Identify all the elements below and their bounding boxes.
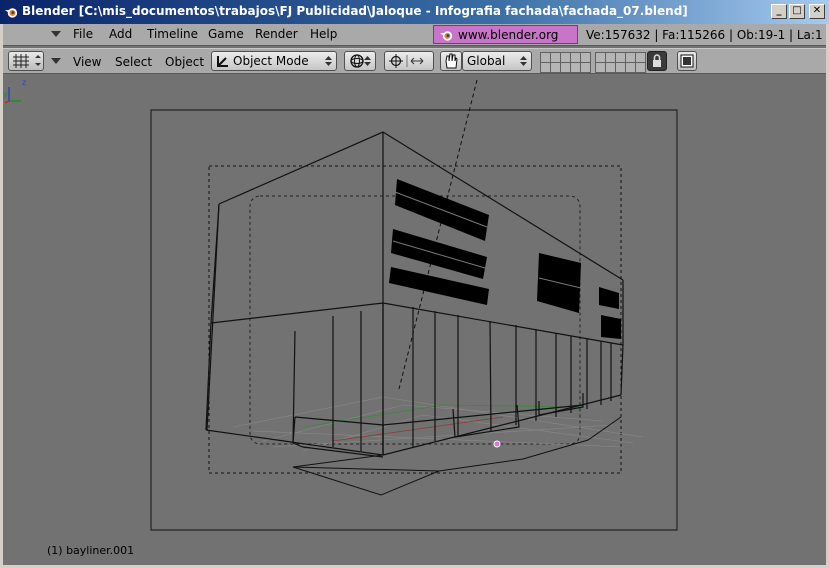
draw-type-selector[interactable] xyxy=(344,51,376,71)
layer-button[interactable] xyxy=(606,63,615,72)
blender-version-badge[interactable]: www.blender.org 243 xyxy=(433,25,578,61)
layer-button[interactable] xyxy=(596,63,605,72)
layer-button[interactable] xyxy=(571,63,580,72)
layer-button[interactable] xyxy=(571,53,580,62)
maximize-button[interactable]: □ xyxy=(789,4,805,19)
layer-button[interactable] xyxy=(551,63,560,72)
layer-button[interactable] xyxy=(561,53,570,62)
3d-viewport[interactable]: z y (1) bayliner.001 xyxy=(3,75,826,565)
menu-help[interactable]: Help xyxy=(310,27,337,41)
pivot-selector[interactable] xyxy=(384,51,434,71)
layer-button[interactable] xyxy=(636,63,645,72)
menu-game[interactable]: Game xyxy=(208,27,244,41)
close-button[interactable]: ✕ xyxy=(809,4,825,19)
header-collapse-icon[interactable] xyxy=(51,31,61,37)
menu-select[interactable]: Select xyxy=(115,55,152,69)
object-mode-icon xyxy=(217,56,228,67)
layer-button[interactable] xyxy=(626,63,635,72)
render-icon xyxy=(680,54,694,68)
layer-button[interactable] xyxy=(626,53,635,62)
layer-buttons-group-1[interactable] xyxy=(540,52,591,73)
blender-logo-icon xyxy=(4,8,18,18)
layer-button[interactable] xyxy=(541,63,550,72)
title-safe-border xyxy=(249,195,581,445)
menu-render[interactable]: Render xyxy=(255,27,298,41)
orientation-label: Global xyxy=(467,54,506,68)
layer-button[interactable] xyxy=(561,63,570,72)
layer-button[interactable] xyxy=(636,53,645,62)
layer-button[interactable] xyxy=(616,53,625,62)
camera-frame xyxy=(150,109,678,531)
lock-layers-button[interactable] xyxy=(647,51,667,71)
view-header-collapse-icon[interactable] xyxy=(51,58,61,64)
menu-add[interactable]: Add xyxy=(109,27,132,41)
menu-object[interactable]: Object xyxy=(165,55,204,69)
layer-button[interactable] xyxy=(596,53,605,62)
layer-button[interactable] xyxy=(581,63,590,72)
minimize-button[interactable]: _ xyxy=(771,4,787,19)
object-origin-marker xyxy=(493,440,501,448)
render-preview-button[interactable] xyxy=(677,51,697,71)
axis-gizmo-icon: z y xyxy=(3,78,26,104)
layer-button[interactable] xyxy=(616,63,625,72)
blender-workspace: File Add Timeline Game Render Help www.b… xyxy=(3,24,826,565)
scene-stats: Ve:157632 | Fa:115266 | Ob:19-1 | La:1 xyxy=(586,28,823,42)
manipulator-toggle[interactable] xyxy=(440,51,462,71)
lock-icon xyxy=(653,54,661,67)
editor-type-button[interactable] xyxy=(8,51,44,71)
layer-button[interactable] xyxy=(606,53,615,62)
layer-button[interactable] xyxy=(581,53,590,62)
window-title: Blender [C:\mis_documentos\trabajos\FJ P… xyxy=(22,4,688,18)
chevron-updown-icon xyxy=(325,56,332,66)
hand-icon xyxy=(445,53,458,69)
window-title-bar[interactable]: Blender [C:\mis_documentos\trabajos\FJ P… xyxy=(0,0,829,24)
menu-view[interactable]: View xyxy=(73,55,101,69)
chevron-updown-icon xyxy=(364,56,371,66)
mode-selector[interactable]: Object Mode xyxy=(211,51,337,71)
wireframe-scene xyxy=(150,79,678,531)
ground-outline xyxy=(292,416,622,496)
mode-label: Object Mode xyxy=(233,54,309,68)
axis-z-label: z xyxy=(22,78,26,87)
menu-file[interactable]: File xyxy=(73,27,93,41)
blender-logo-icon xyxy=(439,31,453,41)
layer-buttons-group-2[interactable] xyxy=(595,52,646,73)
transform-orientation-selector[interactable]: Global xyxy=(462,51,532,71)
active-object-info: (1) bayliner.001 xyxy=(47,544,135,557)
grid-icon xyxy=(13,54,41,68)
axis-y-label: y xyxy=(3,90,8,99)
layer-button[interactable] xyxy=(551,53,560,62)
view3d-header: View Select Object Object Mode Global xyxy=(3,48,826,74)
window-frame: File Add Timeline Game Render Help www.b… xyxy=(0,24,829,568)
chevron-updown-icon xyxy=(520,56,527,66)
menu-timeline[interactable]: Timeline xyxy=(147,27,198,41)
pivot-icon xyxy=(389,54,424,68)
layer-button[interactable] xyxy=(541,53,550,62)
info-header: File Add Timeline Game Render Help www.b… xyxy=(3,24,826,61)
